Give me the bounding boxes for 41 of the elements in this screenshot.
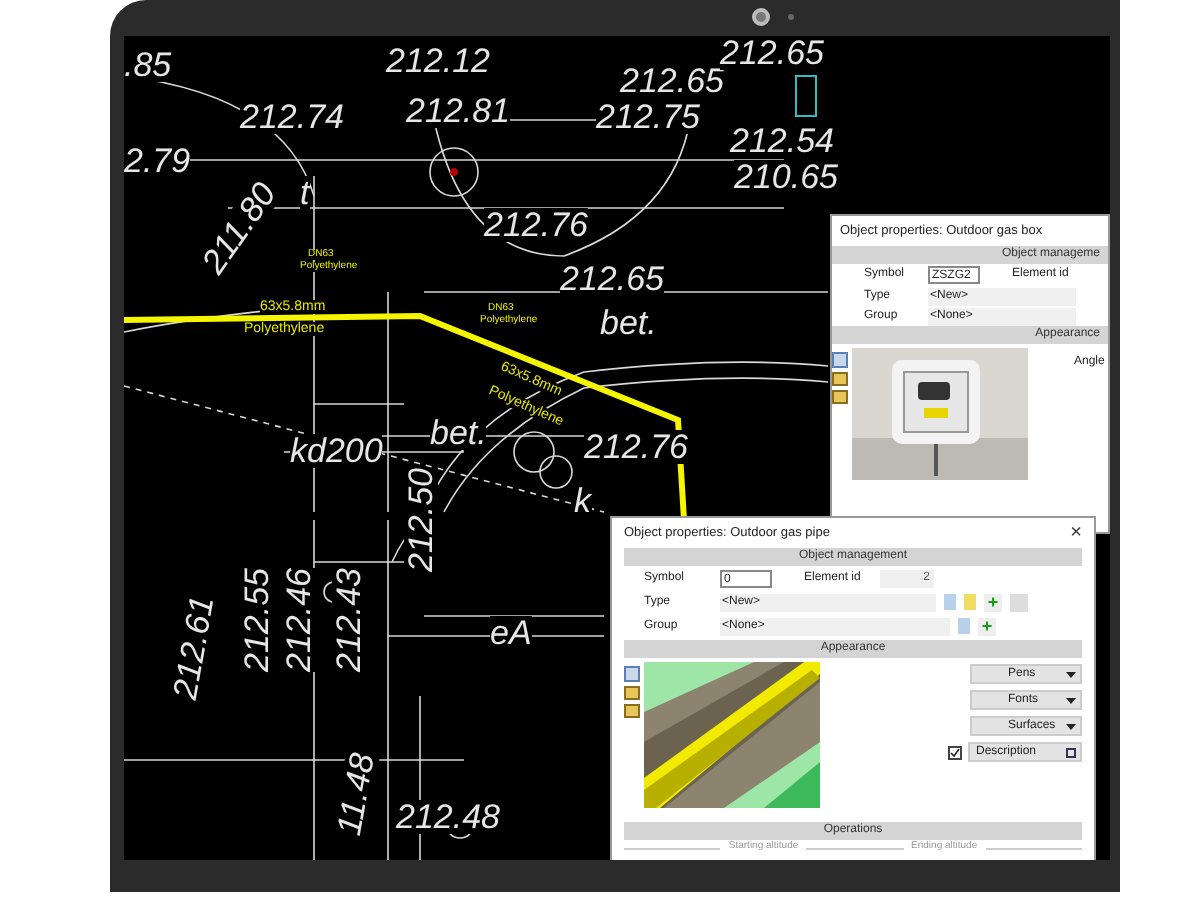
- stair-icon: [795, 75, 817, 117]
- drawing-label: 212.55: [240, 568, 274, 672]
- drawing-label: .85: [124, 48, 172, 82]
- drawing-label: t: [300, 176, 310, 210]
- caret-icon: [1066, 697, 1076, 703]
- drawing-label: 212.76: [484, 208, 588, 242]
- camera-icon: [752, 8, 770, 26]
- drawing-label: 11.48: [332, 750, 380, 838]
- checkbox[interactable]: [948, 745, 962, 759]
- drawing-label: 212.12: [386, 44, 490, 78]
- folder-tab-icon[interactable]: [624, 686, 640, 700]
- drawing-label: 210.65: [734, 160, 838, 194]
- picture-tab-icon[interactable]: [624, 666, 640, 682]
- drawing-label: 212.50: [404, 468, 438, 572]
- drawing-label: 212.81: [406, 94, 510, 128]
- drawing-label: 212.46: [282, 568, 316, 672]
- drawing-label: k: [574, 484, 591, 518]
- folder-tab-icon[interactable]: [832, 372, 848, 386]
- caret-icon: [1066, 723, 1076, 729]
- drawing-label: 2.79: [124, 144, 191, 178]
- drawing-label: 212.48: [396, 800, 500, 834]
- drawing-label: bet.: [430, 416, 487, 450]
- caret-icon: [1066, 671, 1076, 677]
- window-icon: [1066, 747, 1076, 757]
- drawing-label: 212.65: [560, 262, 664, 296]
- drawing-label: 212.76: [584, 430, 688, 464]
- drawing-label: 212.75: [596, 100, 700, 134]
- drawing-label: 212.74: [240, 100, 344, 134]
- drawing-label: 212.43: [332, 568, 366, 672]
- close-button[interactable]: ×: [1070, 523, 1082, 543]
- pages-tab-icon[interactable]: [832, 390, 848, 404]
- tree-marker-icon: [450, 168, 458, 176]
- sensor-icon: [788, 14, 794, 20]
- drawing-label: 212.65: [620, 64, 724, 98]
- pages-tab-icon[interactable]: [624, 704, 640, 718]
- drawing-label: 212.65: [720, 36, 824, 70]
- drawing-label: eA: [490, 616, 532, 650]
- picture-tab-icon[interactable]: [832, 352, 848, 368]
- drawing-label: kd200: [290, 434, 383, 468]
- drawing-label: 212.54: [730, 124, 834, 158]
- drawing-label: bet.: [600, 306, 657, 340]
